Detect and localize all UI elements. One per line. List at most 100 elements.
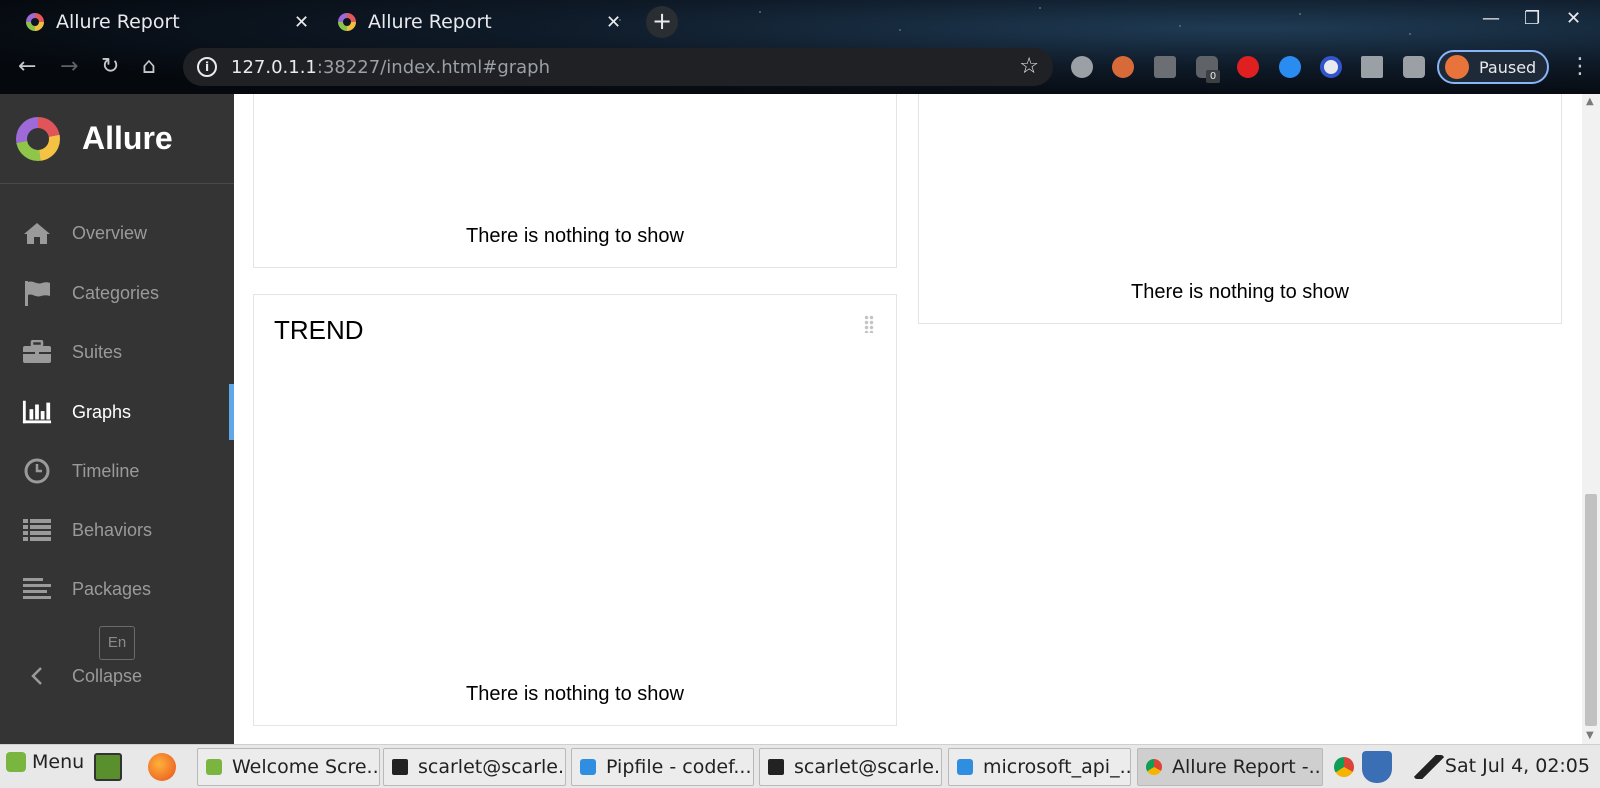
sidebar-item-label: Packages [72,578,152,599]
chrome-icon [1146,759,1162,775]
window-title: Welcome Scre... [232,756,380,778]
scrollbar-thumb[interactable] [1585,494,1597,726]
empty-state-text: There is nothing to show [466,225,684,247]
firefox-icon[interactable] [148,753,176,781]
shield-info-icon[interactable] [1362,751,1392,783]
chrome-tray-icon[interactable] [1334,757,1354,777]
window-title: scarlet@scarle... [418,756,566,778]
new-tab-button[interactable]: + [646,6,678,38]
sidebar-item-packages[interactable]: Packages [0,561,234,617]
allure-favicon-icon [338,13,356,31]
brand-name: Allure [82,120,173,156]
chevron-left-icon [22,666,52,686]
sidebar-item-label: Behaviors [72,519,153,540]
browser-menu-icon[interactable]: ⋮ [1569,54,1591,79]
collapse-button[interactable]: Collapse [0,648,234,704]
window-title: Pipfile - codef... [606,756,752,778]
vscode-icon [580,759,596,775]
graph-widget: There is nothing to show [918,94,1562,324]
close-tab-icon[interactable]: ✕ [606,12,621,33]
sidebar-item-overview[interactable]: Overview [0,205,234,261]
avatar [1445,55,1469,79]
site-info-icon[interactable]: i [197,57,217,77]
minimize-icon[interactable]: — [1482,8,1500,29]
block-extension-icon[interactable] [1320,56,1342,78]
empty-state-text: There is nothing to show [1131,281,1349,303]
bar-chart-icon [22,399,52,425]
sidebar-item-graphs[interactable]: Graphs [0,384,234,440]
allure-logo-icon [16,116,60,161]
extension-badge: 0 [1206,70,1220,83]
sidebar-item-label: Overview [72,222,148,243]
address-bar[interactable]: i 127.0.1.1:38227/index.html#graph ☆ [183,48,1053,86]
taskbar-window[interactable]: scarlet@scarle... [759,748,942,786]
taskbar-window[interactable]: scarlet@scarle... [383,748,566,786]
bookmark-star-icon[interactable]: ☆ [1019,54,1039,79]
sidebar-item-suites[interactable]: Suites [0,324,234,380]
taskbar-window[interactable]: Allure Report -... [1137,748,1323,786]
clock-icon [22,458,52,484]
sidebar: Allure Overview Categories Suites Graphs… [0,94,234,744]
empty-state-text: There is nothing to show [466,683,684,705]
profile-button[interactable]: Paused [1437,50,1549,84]
stop-hand-extension-icon[interactable] [1237,56,1259,78]
url-text[interactable]: 127.0.1.1:38227/index.html#graph [231,57,550,78]
allure-favicon-icon [26,13,44,31]
tab-title: Allure Report [56,11,180,33]
clock[interactable]: Sat Jul 4, 02:05 [1445,755,1590,777]
browser-tab-2[interactable]: Allure Report ✕ [338,6,628,38]
url-host: 127.0.1.1 [231,56,317,78]
drag-handle-icon[interactable] [864,315,874,333]
sidebar-item-behaviors[interactable]: Behaviors [0,502,234,558]
reload-icon[interactable]: ↻ [101,54,119,79]
collapse-label: Collapse [72,665,143,686]
taskbar-window[interactable]: Pipfile - codef... [571,748,754,786]
profile-status: Paused [1479,57,1537,77]
close-window-icon[interactable]: ✕ [1566,8,1581,29]
graph-widget: There is nothing to show [253,94,897,268]
sidebar-item-label: Suites [72,341,123,362]
vscode-icon [957,759,973,775]
forward-icon[interactable]: → [60,54,78,79]
restore-icon[interactable]: ❐ [1524,8,1540,29]
home-icon[interactable]: ⌂ [142,54,156,79]
network-icon[interactable] [1414,755,1444,779]
taskbar-window[interactable]: Welcome Scre... [197,748,380,786]
owl-extension-icon[interactable] [1112,56,1134,78]
sidebar-item-label: Categories [72,282,160,303]
globe-extension-icon[interactable] [1071,56,1093,78]
dots-extension-icon[interactable] [1154,56,1176,78]
sidebar-item-timeline[interactable]: Timeline [0,443,234,499]
back-icon[interactable]: ← [18,54,36,79]
show-desktop-icon[interactable] [94,753,122,781]
start-menu-button[interactable]: Menu [6,751,84,773]
list-icon [22,518,52,542]
puzzle-extensions-icon[interactable] [1403,56,1425,78]
sidebar-item-label: Graphs [72,401,132,422]
window-title: microsoft_api_... [983,756,1131,778]
flag-extension-icon[interactable] [1361,56,1383,78]
menu-label: Menu [32,751,85,773]
page-scrollbar[interactable]: ▲ ▼ [1582,94,1600,744]
flag-icon [22,280,52,306]
window-title: Allure Report -... [1172,756,1323,778]
close-tab-icon[interactable]: ✕ [294,12,309,33]
mint-welcome-icon [206,759,222,775]
taskbar: Menu Welcome Scre... scarlet@scarle... P… [0,744,1600,788]
brand[interactable]: Allure [0,94,234,184]
terminal-icon [768,759,784,775]
tab-title: Allure Report [368,11,492,33]
widget-title: TREND [274,315,364,345]
window-title: scarlet@scarle... [794,756,942,778]
sync-extension-icon[interactable] [1279,56,1301,78]
browser-tab-1[interactable]: Allure Report ✕ [26,6,316,38]
url-path: :38227/index.html#graph [316,56,551,78]
trend-widget: TREND There is nothing to show [253,294,897,726]
graphs-page: There is nothing to show There is nothin… [234,94,1582,744]
taskbar-window[interactable]: microsoft_api_... [948,748,1131,786]
browser-chrome: Allure Report ✕ Allure Report ✕ + — ❐ ✕ … [0,0,1600,94]
scroll-up-icon[interactable]: ▲ [1586,96,1594,107]
scroll-down-icon[interactable]: ▼ [1586,730,1594,741]
terminal-icon [392,759,408,775]
sidebar-item-categories[interactable]: Categories [0,265,234,321]
